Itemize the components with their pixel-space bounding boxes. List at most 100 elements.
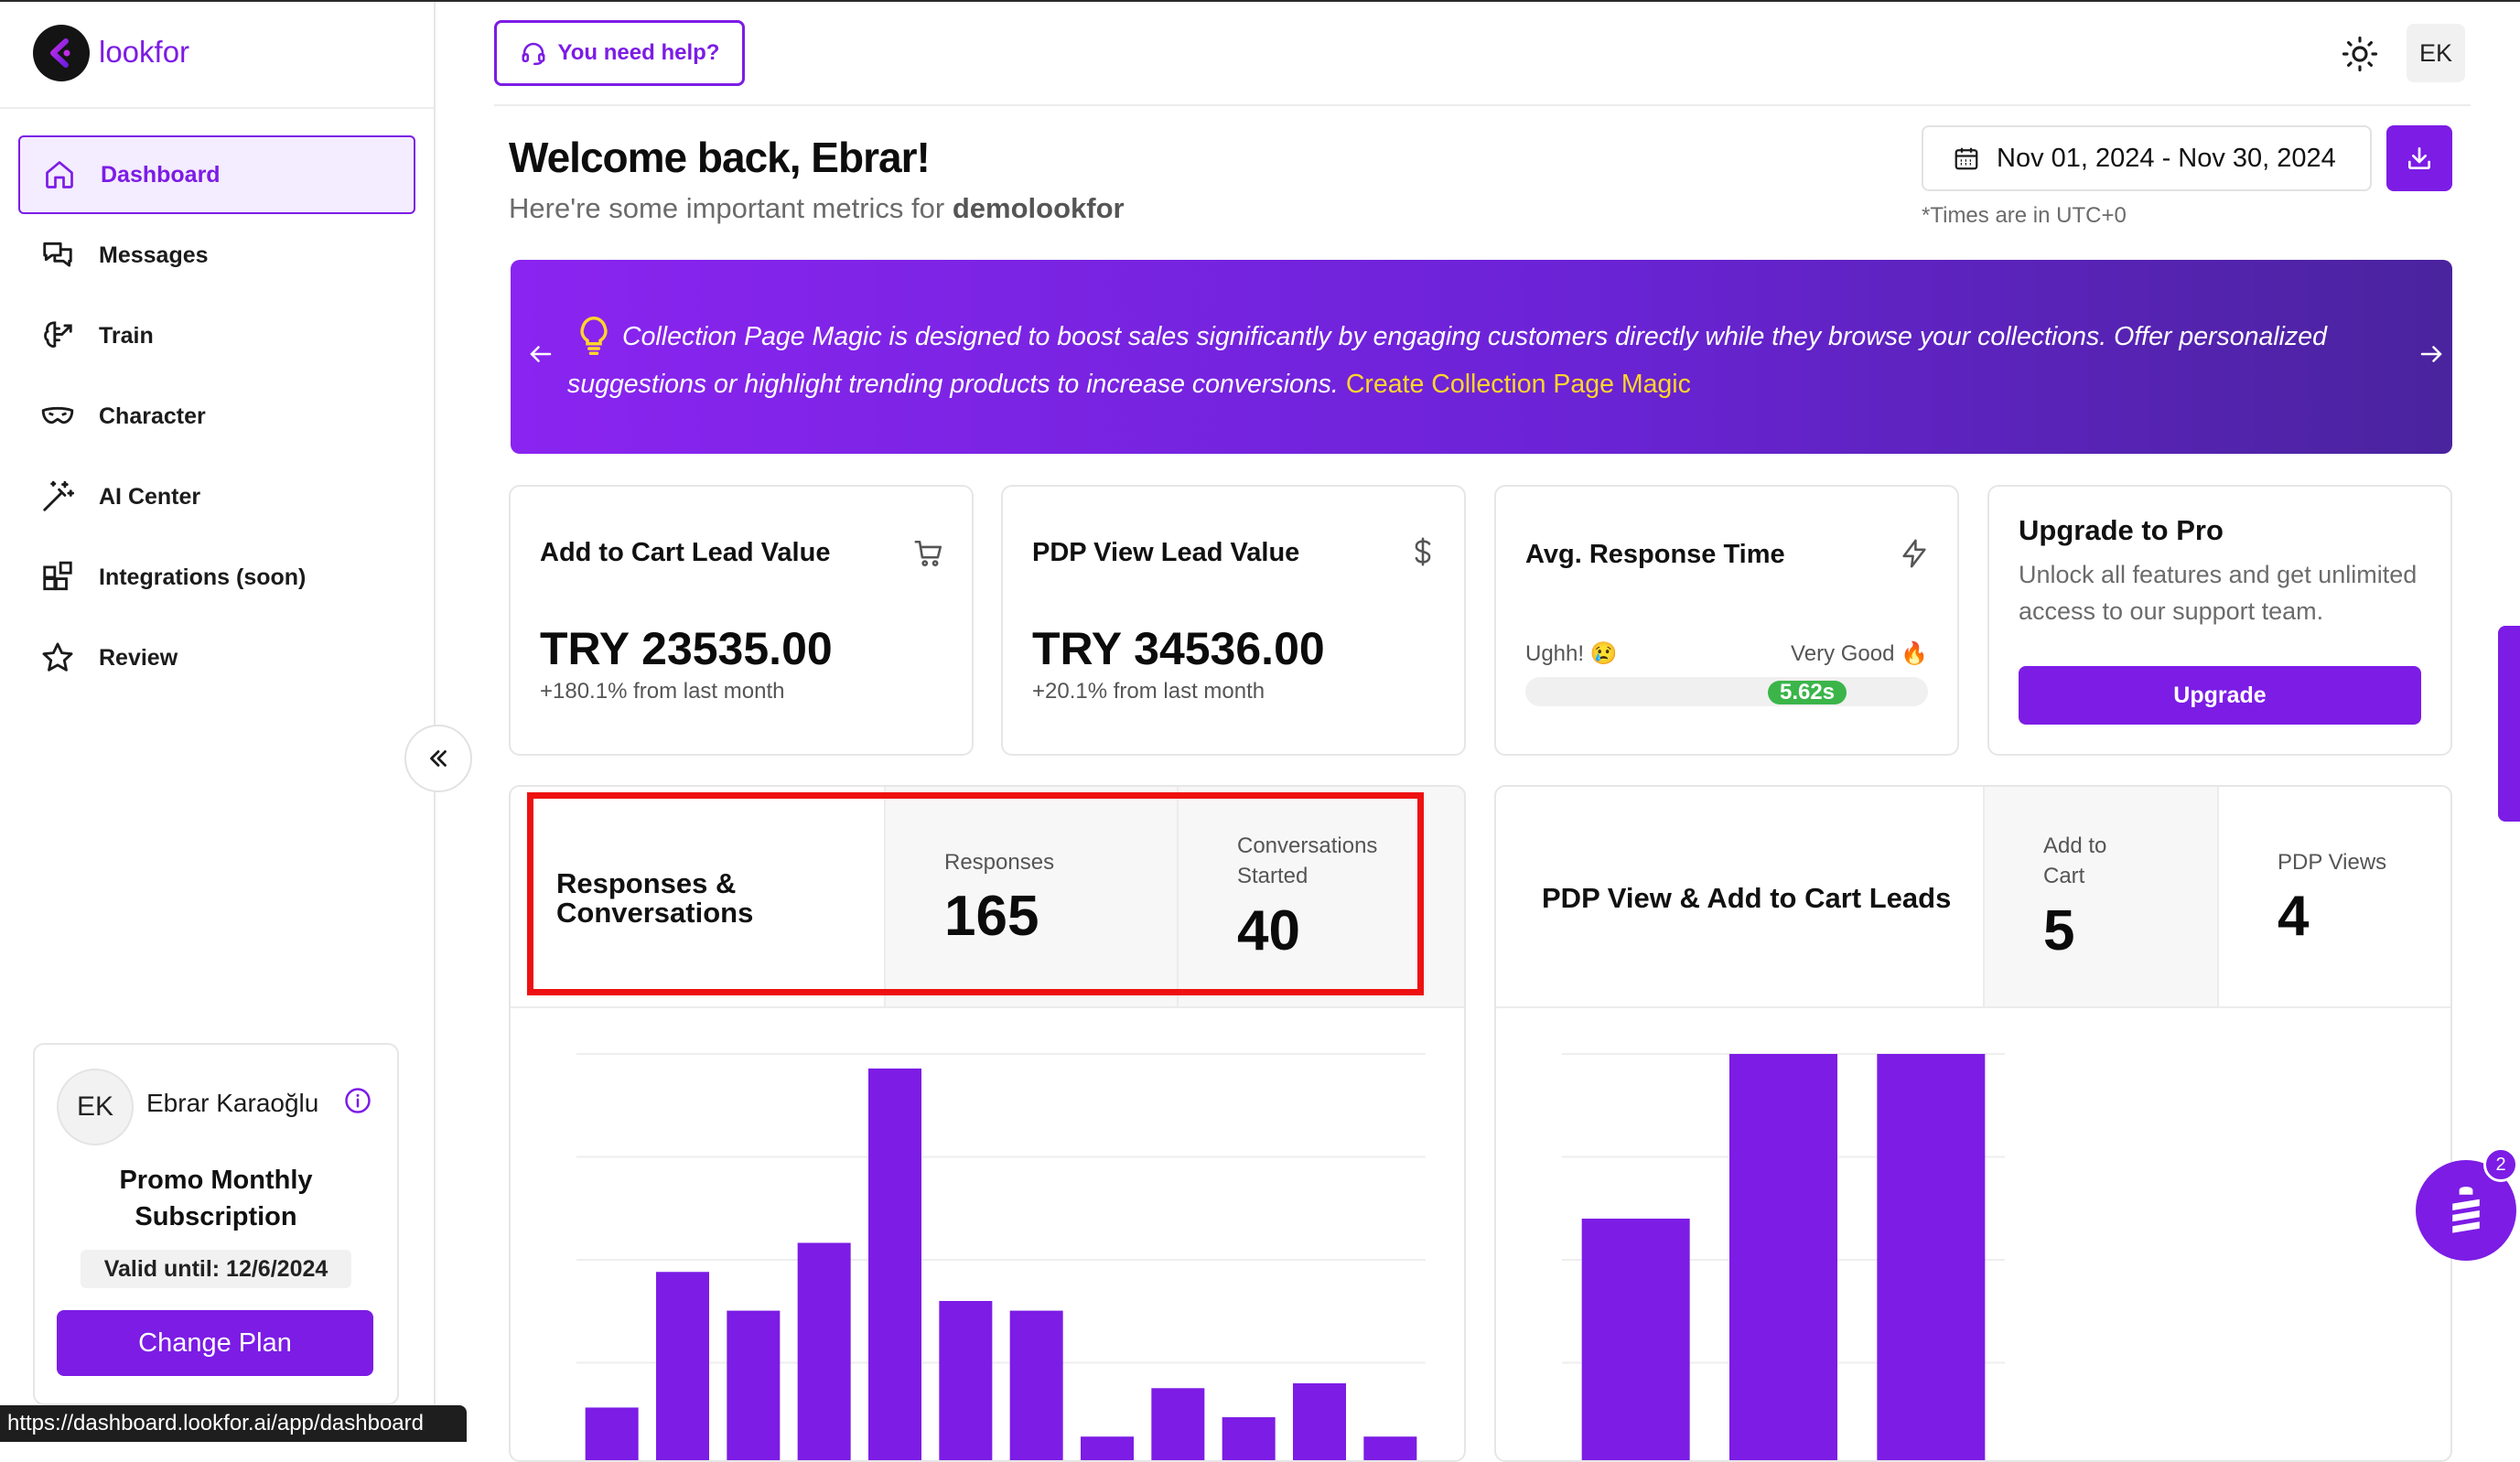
highlight-annotation-box bbox=[527, 792, 1424, 995]
add-to-cart-segment[interactable]: Add to Cart 5 bbox=[1983, 787, 2219, 1006]
sidebar-item-train[interactable]: Train bbox=[18, 298, 412, 373]
upgrade-text: Unlock all features and get unlimited ac… bbox=[2019, 561, 2418, 625]
avg-response-time-card: Avg. Response Time Ughh! 😢 Very Good 🔥 5… bbox=[1494, 485, 1959, 756]
magic-wand-icon bbox=[38, 478, 77, 516]
responses-bar-chart bbox=[576, 1053, 1426, 1462]
change-plan-button[interactable]: Change Plan bbox=[57, 1310, 373, 1376]
add-to-cart-label-line: Cart bbox=[2043, 864, 2085, 888]
add-to-cart-lead-value-card: Add to Cart Lead Value TRY 23535.00 +180… bbox=[509, 485, 974, 756]
scale-label-right: Very Good 🔥 bbox=[1791, 641, 1928, 666]
cart-icon bbox=[913, 538, 944, 574]
pdp-views-segment[interactable]: PDP Views 4 bbox=[2217, 787, 2450, 1006]
chat-unread-badge: 2 bbox=[2483, 1147, 2518, 1182]
pdp-leads-bar-chart bbox=[1562, 1053, 2005, 1462]
sidebar-item-label: Messages bbox=[99, 242, 209, 268]
sidebar-item-label: Character bbox=[99, 403, 206, 429]
add-to-cart-label-line: Add to bbox=[2043, 833, 2107, 858]
chart-bar[interactable] bbox=[1009, 1310, 1063, 1462]
card-title: PDP View Lead Value bbox=[1032, 538, 1300, 567]
chart-bar[interactable] bbox=[1877, 1054, 1986, 1462]
download-button[interactable] bbox=[2386, 125, 2452, 191]
chart-bar[interactable] bbox=[1729, 1054, 1837, 1462]
sidebar-item-integrations[interactable]: Integrations (soon) bbox=[18, 540, 412, 615]
lightning-icon bbox=[1899, 538, 1930, 574]
scale-label-left: Ughh! 😢 bbox=[1525, 641, 1618, 666]
date-range-text: Nov 01, 2024 - Nov 30, 2024 bbox=[1997, 143, 2336, 173]
feedback-side-tab[interactable] bbox=[2498, 626, 2520, 822]
chart-bar[interactable] bbox=[797, 1242, 851, 1462]
date-range-picker[interactable]: Nov 01, 2024 - Nov 30, 2024 bbox=[1922, 125, 2372, 191]
brain-icon bbox=[38, 317, 77, 355]
chart-bar[interactable] bbox=[939, 1301, 993, 1462]
chart-bar[interactable] bbox=[1151, 1388, 1205, 1462]
page-subtitle: Here're some important metrics for demol… bbox=[509, 192, 1125, 225]
collapse-sidebar-button[interactable] bbox=[404, 725, 472, 792]
arrow-right-icon[interactable] bbox=[2418, 340, 2445, 376]
theme-toggle-sun-icon[interactable] bbox=[2341, 35, 2379, 73]
add-to-cart-value: 5 bbox=[2043, 899, 2075, 962]
upgrade-button[interactable]: Upgrade bbox=[2019, 666, 2421, 725]
chart-bar[interactable] bbox=[1293, 1383, 1346, 1462]
chart-bar[interactable] bbox=[1081, 1436, 1134, 1462]
sidebar-divider bbox=[0, 107, 434, 109]
sidebar-item-label: Integrations (soon) bbox=[99, 564, 307, 590]
arrow-left-icon[interactable] bbox=[527, 340, 555, 376]
info-icon[interactable] bbox=[344, 1087, 372, 1114]
card-title: Avg. Response Time bbox=[1525, 540, 1785, 569]
chart-bar[interactable] bbox=[1363, 1436, 1417, 1462]
mask-icon bbox=[38, 397, 77, 435]
timezone-note: *Times are in UTC+0 bbox=[1922, 203, 2127, 228]
upgrade-title: Upgrade to Pro bbox=[2019, 514, 2224, 546]
plan-name-line: Subscription bbox=[135, 1202, 297, 1231]
chart-bar[interactable] bbox=[585, 1407, 639, 1462]
calendar-icon bbox=[1955, 147, 1978, 170]
sidebar-item-review[interactable]: Review bbox=[18, 620, 412, 695]
promo-banner: Collection Page Magic is designed to boo… bbox=[511, 260, 2452, 454]
store-name: demolookfor bbox=[952, 192, 1125, 224]
pdp-view-lead-value-card: PDP View Lead Value TRY 34536.00 +20.1% … bbox=[1001, 485, 1466, 756]
plan-name: Promo Monthly Subscription bbox=[35, 1162, 397, 1235]
sidebar-item-ai-center[interactable]: AI Center bbox=[18, 459, 412, 534]
home-icon bbox=[40, 156, 79, 194]
status-bar-url: https://dashboard.lookfor.ai/app/dashboa… bbox=[0, 1405, 467, 1442]
panel-title: PDP View & Add to Cart Leads bbox=[1542, 882, 1952, 914]
download-icon bbox=[2408, 147, 2430, 169]
header-divider bbox=[494, 104, 2471, 106]
help-button[interactable]: You need help? bbox=[494, 20, 745, 86]
chart-bar[interactable] bbox=[727, 1310, 781, 1462]
logo-icon[interactable] bbox=[33, 25, 90, 81]
pdp-views-value: 4 bbox=[2278, 885, 2310, 948]
logo-text[interactable]: lookfor bbox=[99, 35, 189, 70]
sidebar-item-dashboard[interactable]: Dashboard bbox=[18, 135, 415, 214]
sidebar-item-character[interactable]: Character bbox=[18, 379, 412, 454]
chart-bar[interactable] bbox=[868, 1068, 921, 1462]
card-change: +180.1% from last month bbox=[540, 679, 785, 704]
headset-icon bbox=[522, 42, 545, 66]
user-name: Ebrar Karaoğlu bbox=[146, 1089, 319, 1117]
sidebar-item-label: Train bbox=[99, 322, 154, 349]
add-to-cart-label: Add to Cart bbox=[2043, 831, 2106, 891]
banner-message: Collection Page Magic is designed to boo… bbox=[567, 313, 2361, 408]
subtitle-prefix: Here're some important metrics for bbox=[509, 192, 945, 224]
chart-bar[interactable] bbox=[1222, 1417, 1276, 1462]
dollar-icon bbox=[1407, 536, 1438, 572]
sidebar-item-label: Review bbox=[99, 644, 178, 671]
card-value: TRY 23535.00 bbox=[540, 623, 833, 674]
blocks-icon bbox=[38, 558, 77, 597]
page-title: Welcome back, Ebrar! bbox=[509, 134, 931, 181]
chart-bar[interactable] bbox=[1581, 1219, 1690, 1462]
pdp-add-to-cart-panel: PDP View & Add to Cart Leads Add to Cart… bbox=[1494, 785, 2452, 1462]
sidebar-item-messages[interactable]: Messages bbox=[18, 218, 412, 293]
upgrade-card: Upgrade to Pro Unlock all features and g… bbox=[1987, 485, 2452, 756]
plan-name-line: Promo Monthly bbox=[119, 1166, 313, 1195]
chart-bar[interactable] bbox=[656, 1272, 709, 1462]
card-title: Add to Cart Lead Value bbox=[540, 538, 831, 567]
chat-bubbles-icon bbox=[38, 236, 77, 274]
sidebar: lookfor Dashboard Messages Train Charact… bbox=[0, 2, 436, 1442]
avatar[interactable]: EK bbox=[57, 1069, 134, 1145]
pdp-views-label: PDP Views bbox=[2278, 850, 2387, 875]
create-collection-page-magic-link[interactable]: Create Collection Page Magic bbox=[1346, 370, 1691, 399]
card-value: TRY 34536.00 bbox=[1032, 623, 1325, 674]
help-button-label: You need help? bbox=[557, 40, 720, 65]
avatar[interactable]: EK bbox=[2407, 24, 2465, 82]
